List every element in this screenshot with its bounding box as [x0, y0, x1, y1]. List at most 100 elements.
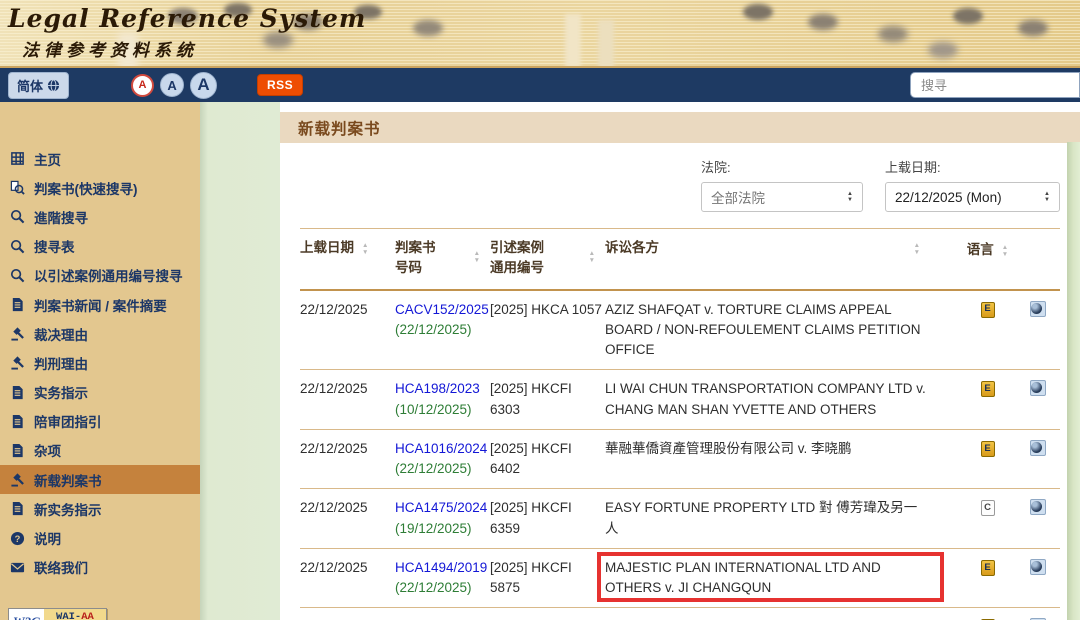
font-size-large-button[interactable]: A [190, 72, 217, 99]
table-row: 22/12/2025 HCA1494/2019 (22/12/2025) [20… [300, 549, 1060, 609]
header-blank [1015, 238, 1060, 279]
sidebar-item-newly-loaded-judgments[interactable]: 新载判案书 [0, 465, 200, 494]
select-spinner-icon: ▲▼ [847, 191, 853, 204]
sidebar-item-reasons-for-sentence[interactable]: 判刑理由 [0, 348, 200, 377]
globe-icon[interactable] [1030, 499, 1046, 515]
header-parties[interactable]: 诉讼各方 ▲▼ [605, 238, 960, 279]
judgment-date: (22/12/2025) [395, 578, 490, 598]
parties-text: LI WAI CHUN TRANSPORTATION COMPANY LTD v… [605, 379, 930, 420]
sidebar-item-help[interactable]: ? 说明 [0, 523, 200, 552]
document-icon [10, 414, 25, 429]
case-number-cell: HCA1475/2024 (19/12/2025) [395, 498, 490, 539]
sidebar-item-new-practice-directions[interactable]: 新实务指示 [0, 494, 200, 523]
header-neutral-citation[interactable]: 引述案例通用编号 ▲▼ [490, 238, 605, 279]
sidebar-item-judgments-quick-search[interactable]: 判案书(快速搜寻) [0, 173, 200, 202]
upload-date-cell: 22/12/2025 [300, 439, 395, 480]
upload-date-cell: 22/12/2025 [300, 558, 395, 599]
sidebar-item-contact-us[interactable]: 联络我们 [0, 553, 200, 582]
language-english-icon[interactable]: E [981, 441, 995, 457]
sidebar: 主页 判案书(快速搜寻) 進階搜寻 搜寻表 以引述案例通用编号搜寻 判案书新闻 … [0, 102, 200, 620]
citation-cell: [2025] HKCA 1057 [490, 300, 605, 361]
sidebar-item-search-form[interactable]: 搜寻表 [0, 232, 200, 261]
sidebar-item-advanced-search[interactable]: 進階搜寻 [0, 202, 200, 231]
sort-icon[interactable]: ▲▼ [589, 250, 595, 264]
sort-icon[interactable]: ▲▼ [1002, 244, 1008, 258]
table-header-row: 上载日期 ▲▼ 判案书号码 ▲▼ 引述案例通用编号 ▲▼ 诉讼各方 ▲▼ 语言 [300, 228, 1060, 291]
parties-cell: EASY FORTUNE PROPERTY LTD 對 傅芳瑋及另一人 [605, 498, 960, 539]
page-title-band: 新载判案书 [280, 112, 1080, 143]
upload-date-filter: 上载日期: 22/12/2025 (Mon) ▲▼ [885, 157, 1060, 212]
sort-icon[interactable]: ▲▼ [914, 242, 920, 256]
sidebar-item-label: 搜寻表 [34, 236, 75, 256]
header-upload-date[interactable]: 上载日期 ▲▼ [300, 238, 395, 279]
sidebar-item-neutral-citation-search[interactable]: 以引述案例通用编号搜寻 [0, 261, 200, 290]
logo-title-chinese: 法律参考资料系统 [22, 36, 198, 61]
font-size-medium-button[interactable]: A [160, 73, 184, 97]
sidebar-item-reasons-for-verdict[interactable]: 裁决理由 [0, 319, 200, 348]
parties-text: MAJESTIC PLAN INTERNATIONAL LTD AND OTHE… [605, 558, 930, 599]
parties-text: EASY FORTUNE PROPERTY LTD 對 傅芳瑋及另一人 [605, 498, 930, 539]
header-label: 语言 [967, 240, 994, 260]
globe-cell [1015, 379, 1060, 420]
sidebar-item-judgment-news[interactable]: 判案书新闻 / 案件摘要 [0, 290, 200, 319]
sidebar-item-label: 主页 [34, 149, 61, 169]
court-select[interactable]: 全部法院 ▲▼ [701, 182, 863, 212]
upload-date-filter-label: 上载日期: [885, 157, 1060, 176]
header-language[interactable]: 语言 ▲▼ [960, 238, 1015, 279]
globe-icon[interactable] [1030, 440, 1046, 456]
gavel-icon [10, 355, 25, 370]
right-divider-strip [1067, 142, 1080, 620]
case-number-cell: CACV152/2025 (22/12/2025) [395, 300, 490, 361]
table-row: 22/12/2025 CACV152/2025 (22/12/2025) [20… [300, 291, 1060, 371]
sort-icon[interactable]: ▲▼ [362, 242, 368, 256]
wcag-badge[interactable]: W3C WAI-AA WCAG 2.0 [8, 608, 107, 620]
toolbar: 简体 A A A RSS [0, 68, 1080, 102]
sidebar-item-label: 判刑理由 [34, 353, 88, 373]
language-toggle-button[interactable]: 简体 [8, 72, 69, 99]
sort-icon[interactable]: ▲▼ [474, 250, 480, 264]
upload-date-select[interactable]: 22/12/2025 (Mon) ▲▼ [885, 182, 1060, 212]
sidebar-item-practice-directions[interactable]: 实务指示 [0, 378, 200, 407]
language-english-icon[interactable]: E [981, 302, 995, 318]
citation-cell: [2025] HKCFI 6402 [490, 439, 605, 480]
sidebar-item-miscellaneous[interactable]: 杂项 [0, 436, 200, 465]
language-cell: C [960, 498, 1015, 539]
case-number-link[interactable]: HCA1475/2024 [395, 498, 490, 518]
document-icon [10, 297, 25, 312]
header-label: 诉讼各方 [605, 238, 659, 258]
citation-cell: [2025] HKCFI 6303 [490, 379, 605, 420]
sidebar-item-label: 新载判案书 [34, 470, 102, 490]
language-english-icon[interactable]: E [981, 560, 995, 576]
search-input[interactable] [910, 72, 1080, 98]
sidebar-item-label: 联络我们 [34, 557, 88, 577]
sidebar-item-jury-directions[interactable]: 陪审团指引 [0, 407, 200, 436]
language-english-icon[interactable]: E [981, 381, 995, 397]
font-size-small-button[interactable]: A [131, 74, 154, 97]
sidebar-item-label: 说明 [34, 528, 61, 548]
globe-icon[interactable] [1030, 301, 1046, 317]
sidebar-item-label: 新实务指示 [34, 499, 102, 519]
globe-cell [1015, 558, 1060, 599]
globe-icon[interactable] [1030, 380, 1046, 396]
language-cell: E [960, 558, 1015, 599]
header-case-number[interactable]: 判案书号码 ▲▼ [395, 238, 490, 279]
case-number-link[interactable]: HCA1494/2019 [395, 558, 490, 578]
language-toggle-label: 简体 [17, 76, 43, 95]
sidebar-item-home[interactable]: 主页 [0, 144, 200, 173]
header-label: 判案书号码 [395, 238, 436, 279]
case-number-link[interactable]: CACV152/2025 [395, 300, 490, 320]
sidebar-item-label: 裁决理由 [34, 324, 88, 344]
parties-text: 華融華僑資產管理股份有限公司 v. 李晓鹏 [605, 439, 930, 459]
judgment-date: (22/12/2025) [395, 459, 490, 479]
case-number-link[interactable]: HCA198/2023 [395, 379, 490, 399]
aa-text: AA [81, 611, 94, 620]
citation-cell: [2025] HKCFI 6359 [490, 498, 605, 539]
judgment-date: (22/12/2025) [395, 320, 490, 340]
rss-button[interactable]: RSS [257, 74, 303, 96]
language-chinese-icon[interactable]: C [981, 500, 995, 516]
globe-icon[interactable] [1030, 559, 1046, 575]
document-icon [10, 501, 25, 516]
case-number-link[interactable]: HCA1016/2024 [395, 439, 490, 459]
left-divider-strip [200, 102, 280, 620]
upload-date-cell: 22/12/2025 [300, 379, 395, 420]
